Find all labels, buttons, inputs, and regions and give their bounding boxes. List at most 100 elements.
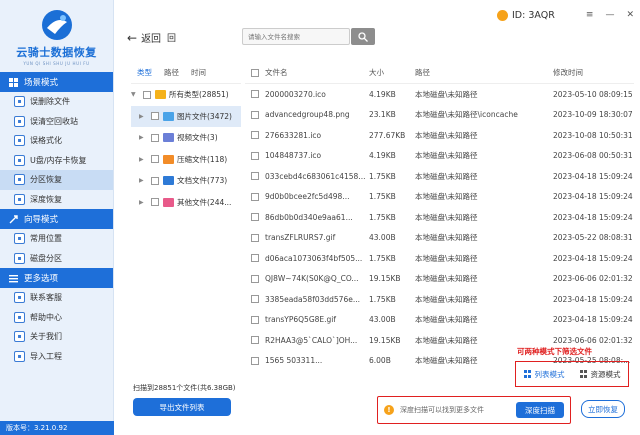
table-row[interactable]: 3385eada58f03dd576e... 1.75KB 本地磁盘\未知路径 202… [245, 289, 634, 310]
tree-node-label: 所有类型(28851) [169, 90, 229, 100]
row-checkbox-cell [245, 131, 265, 140]
help-icon: ▪ [14, 311, 25, 323]
table-row[interactable]: 9d0b0bcee2fc5d498... 1.75KB 本地磁盘\未知路径 2023-… [245, 187, 634, 208]
video-file-icon [163, 133, 174, 143]
sidebar-item-partition-recovery[interactable]: ▪ 分区恢复 [0, 170, 113, 190]
deep-scan-panel: ! 深度扫描可以找到更多文件 深度扫描 [377, 396, 571, 424]
search-input[interactable] [242, 28, 350, 45]
row-checkbox[interactable] [251, 192, 259, 201]
table-row[interactable]: transYP6Q5G8E.gif 43.00B 本地磁盘\未知路径 2023-04-… [245, 310, 634, 331]
sidebar-item-import-project[interactable]: ▪ 导入工程 [0, 347, 113, 367]
table-row[interactable]: 276633281.ico 277.67KB 本地磁盘\未知路径 2023-10-08… [245, 125, 634, 146]
row-checkbox[interactable] [251, 254, 259, 263]
partition-icon: ▪ [14, 174, 25, 186]
expand-icon[interactable]: ▶ [139, 134, 147, 141]
folder-icon [155, 90, 166, 100]
table-row[interactable]: 86db0b0d340e9aa61... 1.75KB 本地磁盘\未知路径 2023-… [245, 207, 634, 228]
close-button[interactable]: ✕ [626, 10, 634, 20]
checkbox[interactable] [151, 112, 159, 121]
expand-icon[interactable]: ▶ [139, 156, 147, 163]
document-file-icon [163, 176, 174, 186]
column-header-path[interactable]: 路径 [415, 67, 553, 78]
thumbnail-mode-button[interactable]: 资源模式 [579, 369, 621, 380]
sidebar-item-deep-recovery[interactable]: ▪ 深度恢复 [0, 190, 113, 210]
row-checkbox[interactable] [251, 90, 259, 99]
tab-path[interactable]: 路径 [158, 67, 185, 78]
expand-icon[interactable]: ▶ [139, 199, 147, 206]
menu-button[interactable]: ≡ [586, 10, 594, 20]
search-button[interactable] [351, 28, 375, 45]
checkbox[interactable] [151, 133, 159, 142]
sidebar-item-format[interactable]: ▪ 误格式化 [0, 131, 113, 151]
sidebar-item-usb-card[interactable]: ▪ U盘/内存卡恢复 [0, 151, 113, 171]
table-row[interactable]: transZFLRURS7.gif 43.00B 本地磁盘\未知路径 2023-05-… [245, 228, 634, 249]
expand-icon[interactable]: ▶ [139, 113, 147, 120]
checkbox[interactable] [143, 90, 151, 99]
tree-node-others[interactable]: ▶ 其他文件(244... [131, 192, 241, 214]
tree-node-archives[interactable]: ▶ 压缩文件(118) [131, 149, 241, 171]
tree-node-videos[interactable]: ▶ 视频文件(3) [131, 127, 241, 149]
export-list-button[interactable]: 导出文件列表 [133, 398, 231, 416]
home-button[interactable]: 回 [167, 31, 176, 44]
table-row[interactable]: d06aca1073063f4bf505... 1.75KB 本地磁盘\未知路径 20… [245, 248, 634, 269]
row-checkbox-cell [245, 151, 265, 160]
file-path-cell: 本地磁盘\未知路径 [415, 335, 478, 345]
sidebar-item-about[interactable]: ▪ 关于我们 [0, 327, 113, 347]
checkbox[interactable] [151, 198, 159, 207]
checkbox[interactable] [151, 176, 159, 185]
tree-node-all[interactable]: ▼ 所有类型(28851) [131, 84, 241, 106]
section-wizard-mode[interactable]: 向导模式 [0, 209, 113, 229]
modified-time-cell: 2023-06-06 02:01:32 [553, 335, 633, 345]
table-row[interactable]: 104848737.ico 4.19KB 本地磁盘\未知路径 2023-06-08 0… [245, 146, 634, 167]
tree-node-images[interactable]: ▶ 图片文件(3472) [131, 105, 241, 127]
row-checkbox[interactable] [251, 213, 259, 222]
file-name-cell: QJ8W~74K(S0K@Q_CO... [265, 274, 359, 284]
row-checkbox[interactable] [251, 131, 259, 140]
row-checkbox[interactable] [251, 274, 259, 283]
sidebar-item-contact-support[interactable]: ▪ 联系客服 [0, 288, 113, 308]
tab-type[interactable]: 类型 [131, 67, 158, 78]
sidebar-item-label: 深度恢复 [30, 194, 62, 204]
recover-now-button[interactable]: 立即恢复 [581, 400, 625, 418]
back-button[interactable]: ← 返回 [127, 30, 161, 46]
table-row[interactable]: 033cebd4c683061c4158... 1.75KB 本地磁盘\未知路径 20… [245, 166, 634, 187]
list-mode-button[interactable]: 列表模式 [523, 369, 565, 380]
deep-scan-button[interactable]: 深度扫描 [516, 402, 564, 418]
user-id[interactable]: ID: 3AQR [497, 10, 555, 21]
sidebar-item-disk-partition[interactable]: ▪ 磁盘分区 [0, 249, 113, 269]
expand-icon[interactable]: ▶ [139, 177, 147, 184]
arrow-left-icon: ← [127, 30, 138, 45]
sidebar-item-deleted-files[interactable]: ▪ 误删除文件 [0, 92, 113, 112]
row-checkbox[interactable] [251, 110, 259, 119]
row-checkbox[interactable] [251, 172, 259, 181]
usb-icon: ▪ [14, 154, 25, 166]
file-name-cell: 033cebd4c683061c4158... [265, 171, 366, 181]
column-header-name[interactable]: 文件名 [265, 67, 369, 78]
sidebar-item-help-center[interactable]: ▪ 帮助中心 [0, 308, 113, 328]
table-row[interactable]: QJ8W~74K(S0K@Q_CO... 19.15KB 本地磁盘\未知路径 2023… [245, 269, 634, 290]
row-checkbox[interactable] [251, 336, 259, 345]
collapse-icon[interactable]: ▼ [131, 91, 139, 98]
row-checkbox[interactable] [251, 356, 259, 365]
row-checkbox[interactable] [251, 233, 259, 242]
row-checkbox[interactable] [251, 295, 259, 304]
file-size-cell: 1.75KB [369, 171, 396, 181]
tree-node-documents[interactable]: ▶ 文档文件(773) [131, 170, 241, 192]
section-more-options[interactable]: 更多选项 [0, 268, 113, 288]
select-all-checkbox[interactable] [251, 68, 259, 77]
column-header-size[interactable]: 大小 [369, 67, 415, 78]
table-row[interactable]: 2000003270.ico 4.19KB 本地磁盘\未知路径 2023-05-10 … [245, 84, 634, 105]
row-checkbox[interactable] [251, 151, 259, 160]
row-checkbox[interactable] [251, 315, 259, 324]
minimize-button[interactable]: — [605, 10, 614, 20]
section-scene-mode[interactable]: 场景模式 [0, 72, 113, 92]
brand-subtitle: YUN QI SHI SHU JU HUI FU [23, 61, 90, 66]
column-header-time[interactable]: 修改时间 [553, 67, 634, 78]
sidebar-item-recycle-bin[interactable]: ▪ 误清空回收站 [0, 112, 113, 132]
checkbox[interactable] [151, 155, 159, 164]
sidebar-item-common-locations[interactable]: ▪ 常用位置 [0, 229, 113, 249]
file-type-tree: 类型 路径 时间 ▼ 所有类型(28851) ▶ 图片文件(3472) ▶ 视频文件(… [131, 62, 241, 382]
table-body: 2000003270.ico 4.19KB 本地磁盘\未知路径 2023-05-10 … [245, 84, 634, 367]
table-row[interactable]: advancedgroup48.png 23.1KB 本地磁盘\未知路径\iconc… [245, 105, 634, 126]
tab-time[interactable]: 时间 [185, 67, 212, 78]
